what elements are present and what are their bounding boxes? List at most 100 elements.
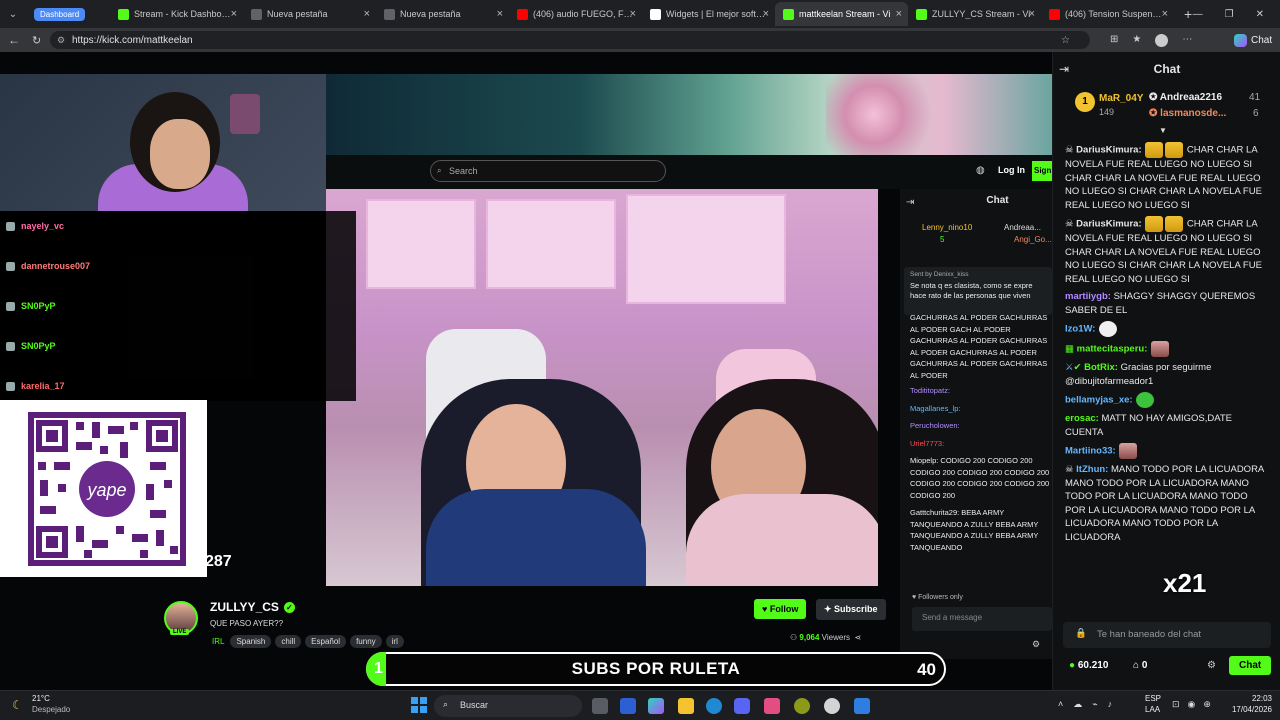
subscribe-button[interactable]: ✦ Subscribe xyxy=(816,599,886,620)
edge-icon[interactable] xyxy=(706,698,722,714)
stream-tag[interactable]: IRL xyxy=(210,635,226,648)
close-tab-icon[interactable]: × xyxy=(497,8,503,20)
chat-username[interactable]: DariusKimura: xyxy=(1076,219,1141,230)
inner-send-message-input[interactable]: Send a message xyxy=(912,607,1052,631)
top-gifter-3-count: 6 xyxy=(1253,108,1259,119)
close-tab-icon[interactable]: × xyxy=(1162,8,1168,20)
collections-icon[interactable]: ⊞ xyxy=(1110,34,1118,47)
browser-tab[interactable]: Nueva pestaña × xyxy=(376,2,509,26)
browser-tab[interactable]: Stream - Kick Dashboard × xyxy=(110,2,243,26)
close-tab-icon[interactable]: × xyxy=(896,8,902,20)
stream-tag[interactable]: Spanish xyxy=(230,635,272,648)
browser-tab[interactable]: Nueva pestaña × xyxy=(243,2,376,26)
store-icon[interactable] xyxy=(620,698,636,714)
browser-tab[interactable]: (406) Tension Suspense Co × xyxy=(1041,2,1174,26)
chat-settings-icon[interactable]: ⚙ xyxy=(1207,660,1216,671)
tray-icons[interactable]: ˄☁⌁♪ xyxy=(1058,699,1122,710)
chat-username[interactable]: martiiygb: xyxy=(1065,291,1111,302)
url-field[interactable]: ⚙ https://kick.com/mattkeelan ☆ xyxy=(50,31,1090,49)
chat-username[interactable]: ItZhun: xyxy=(1076,464,1108,475)
file-explorer-icon[interactable] xyxy=(678,698,694,714)
live-badge: LIVE xyxy=(170,629,190,635)
inner-chat-panel: ⇥ Chat Lenny_nino10 5 Andreaa... Angi_Go… xyxy=(900,189,1052,659)
close-tab-icon[interactable]: × xyxy=(763,8,769,20)
chat-username[interactable]: Izo1W: xyxy=(1065,324,1095,335)
expand-gifters-icon[interactable]: ▼ xyxy=(1159,126,1167,135)
stream-tag[interactable]: irl xyxy=(385,635,404,648)
chat-username[interactable]: erosac: xyxy=(1065,413,1099,424)
stream-tag[interactable]: Español xyxy=(305,635,347,648)
chat-username[interactable]: mattecitasperu: xyxy=(1077,344,1148,355)
start-button[interactable] xyxy=(411,697,427,713)
follow-button[interactable]: ♥ Follow xyxy=(754,599,807,619)
browser-tab[interactable]: mattkeelan Stream - Vi × xyxy=(775,2,908,26)
browser-tab[interactable]: Widgets | El mejor software × xyxy=(642,2,775,26)
browser-tab[interactable]: Dashboard xyxy=(26,2,110,26)
copilot-label: Chat xyxy=(1251,34,1273,46)
chat-message: ☠ DariusKimura: CHAR CHAR LA NOVELA FUE … xyxy=(1053,142,1280,212)
taskbar-search[interactable]: ⌕ Buscar xyxy=(434,695,582,717)
chat-message-list: ☠ DariusKimura: CHAR CHAR LA NOVELA FUE … xyxy=(1053,142,1280,586)
tab-search-icon[interactable]: ⌄ xyxy=(0,9,26,20)
network-sound-icons[interactable]: ⊡◉⊕ xyxy=(1172,699,1219,710)
app-icon[interactable] xyxy=(794,698,810,714)
chat-text: MANO TODO POR LA LICUADORA MANO TODO POR… xyxy=(1065,464,1264,543)
share-icon[interactable]: ⋖ xyxy=(854,633,861,642)
lang-indicator-sub[interactable]: LAA xyxy=(1145,705,1160,714)
copilot-chat-button[interactable]: Chat xyxy=(1234,33,1273,47)
stream-tag[interactable]: funny xyxy=(350,635,382,648)
close-window-button[interactable]: ✕ xyxy=(1256,9,1264,20)
chat-username[interactable]: Martiino33: xyxy=(1065,446,1116,457)
inner-chat-settings-icon[interactable]: ⚙ xyxy=(1032,639,1040,650)
discord-icon[interactable] xyxy=(734,698,750,714)
task-view-icon[interactable] xyxy=(592,698,608,714)
top-gifter-3[interactable]: ✪ lasmanosde... xyxy=(1149,108,1226,119)
browser-tab[interactable]: (406) audio FUEGO, FUEGO× xyxy=(509,2,642,26)
more-menu-icon[interactable]: ⋯ xyxy=(1182,34,1192,47)
app-icon[interactable] xyxy=(854,698,870,714)
top-gifter-2[interactable]: ✪ Andreaa2216 xyxy=(1149,92,1222,103)
channel-name[interactable]: ZULLYY_CS xyxy=(210,600,279,614)
tab-favicon xyxy=(783,8,794,20)
profile-avatar[interactable] xyxy=(1155,33,1169,47)
top-gifter-1-name[interactable]: MaR_04Y xyxy=(1099,93,1143,104)
chat-input-banned[interactable]: 🔒 Te han baneado del chat xyxy=(1063,622,1271,648)
crown-emote-icon xyxy=(1165,142,1184,158)
chat-username[interactable]: BotRix: xyxy=(1084,362,1118,373)
chat-username[interactable]: DariusKimura: xyxy=(1076,145,1141,156)
favorites-icon[interactable]: ★ xyxy=(1132,34,1141,47)
close-tab-icon[interactable]: × xyxy=(1029,8,1035,20)
reload-icon[interactable]: ↻ xyxy=(32,34,41,47)
chat-username[interactable]: bellamyjas_xe: xyxy=(1065,395,1133,406)
close-tab-icon[interactable]: × xyxy=(364,8,370,20)
chrome-icon[interactable] xyxy=(824,698,840,714)
copilot-app-icon[interactable] xyxy=(648,698,664,714)
new-tab-button[interactable]: + xyxy=(1184,6,1192,22)
tab-group-label[interactable]: Dashboard xyxy=(34,7,86,21)
badge-icon xyxy=(6,221,15,231)
bookmark-star-icon[interactable]: ☆ xyxy=(1061,35,1082,46)
maximize-button[interactable]: ❐ xyxy=(1225,9,1234,20)
app-icon[interactable] xyxy=(764,698,780,714)
inner-login-button[interactable]: Log In xyxy=(998,165,1025,175)
clock-time[interactable]: 22:03 xyxy=(1220,694,1272,703)
site-info-icon[interactable]: ⚙ xyxy=(57,35,65,46)
search-icon: ⌕ xyxy=(443,699,449,709)
close-tab-icon[interactable]: × xyxy=(630,8,636,20)
lang-indicator[interactable]: ESP xyxy=(1145,694,1161,703)
channel-points[interactable]: ● 60.210 xyxy=(1069,660,1108,671)
browser-tab[interactable]: ZULLYY_CS Stream - Vi × xyxy=(908,2,1041,26)
weather-desc[interactable]: Despejado xyxy=(32,705,70,714)
chat-title: Chat xyxy=(1153,62,1181,76)
globe-icon[interactable]: ◍ xyxy=(976,165,985,176)
back-icon[interactable]: ← xyxy=(8,33,20,47)
inner-search-input[interactable]: ⌕ Search xyxy=(430,160,666,182)
gift-count[interactable]: ⌂ 0 xyxy=(1133,660,1147,671)
stream-tag[interactable]: chill xyxy=(275,635,302,648)
minimize-button[interactable]: — xyxy=(1193,9,1203,20)
clock-date[interactable]: 17/04/2026 xyxy=(1220,705,1272,714)
weather-temp[interactable]: 21°C xyxy=(32,694,50,703)
close-tab-icon[interactable]: × xyxy=(231,8,237,20)
inner-signup-button[interactable]: Sign xyxy=(1032,161,1052,181)
chat-send-button[interactable]: Chat xyxy=(1229,656,1272,675)
